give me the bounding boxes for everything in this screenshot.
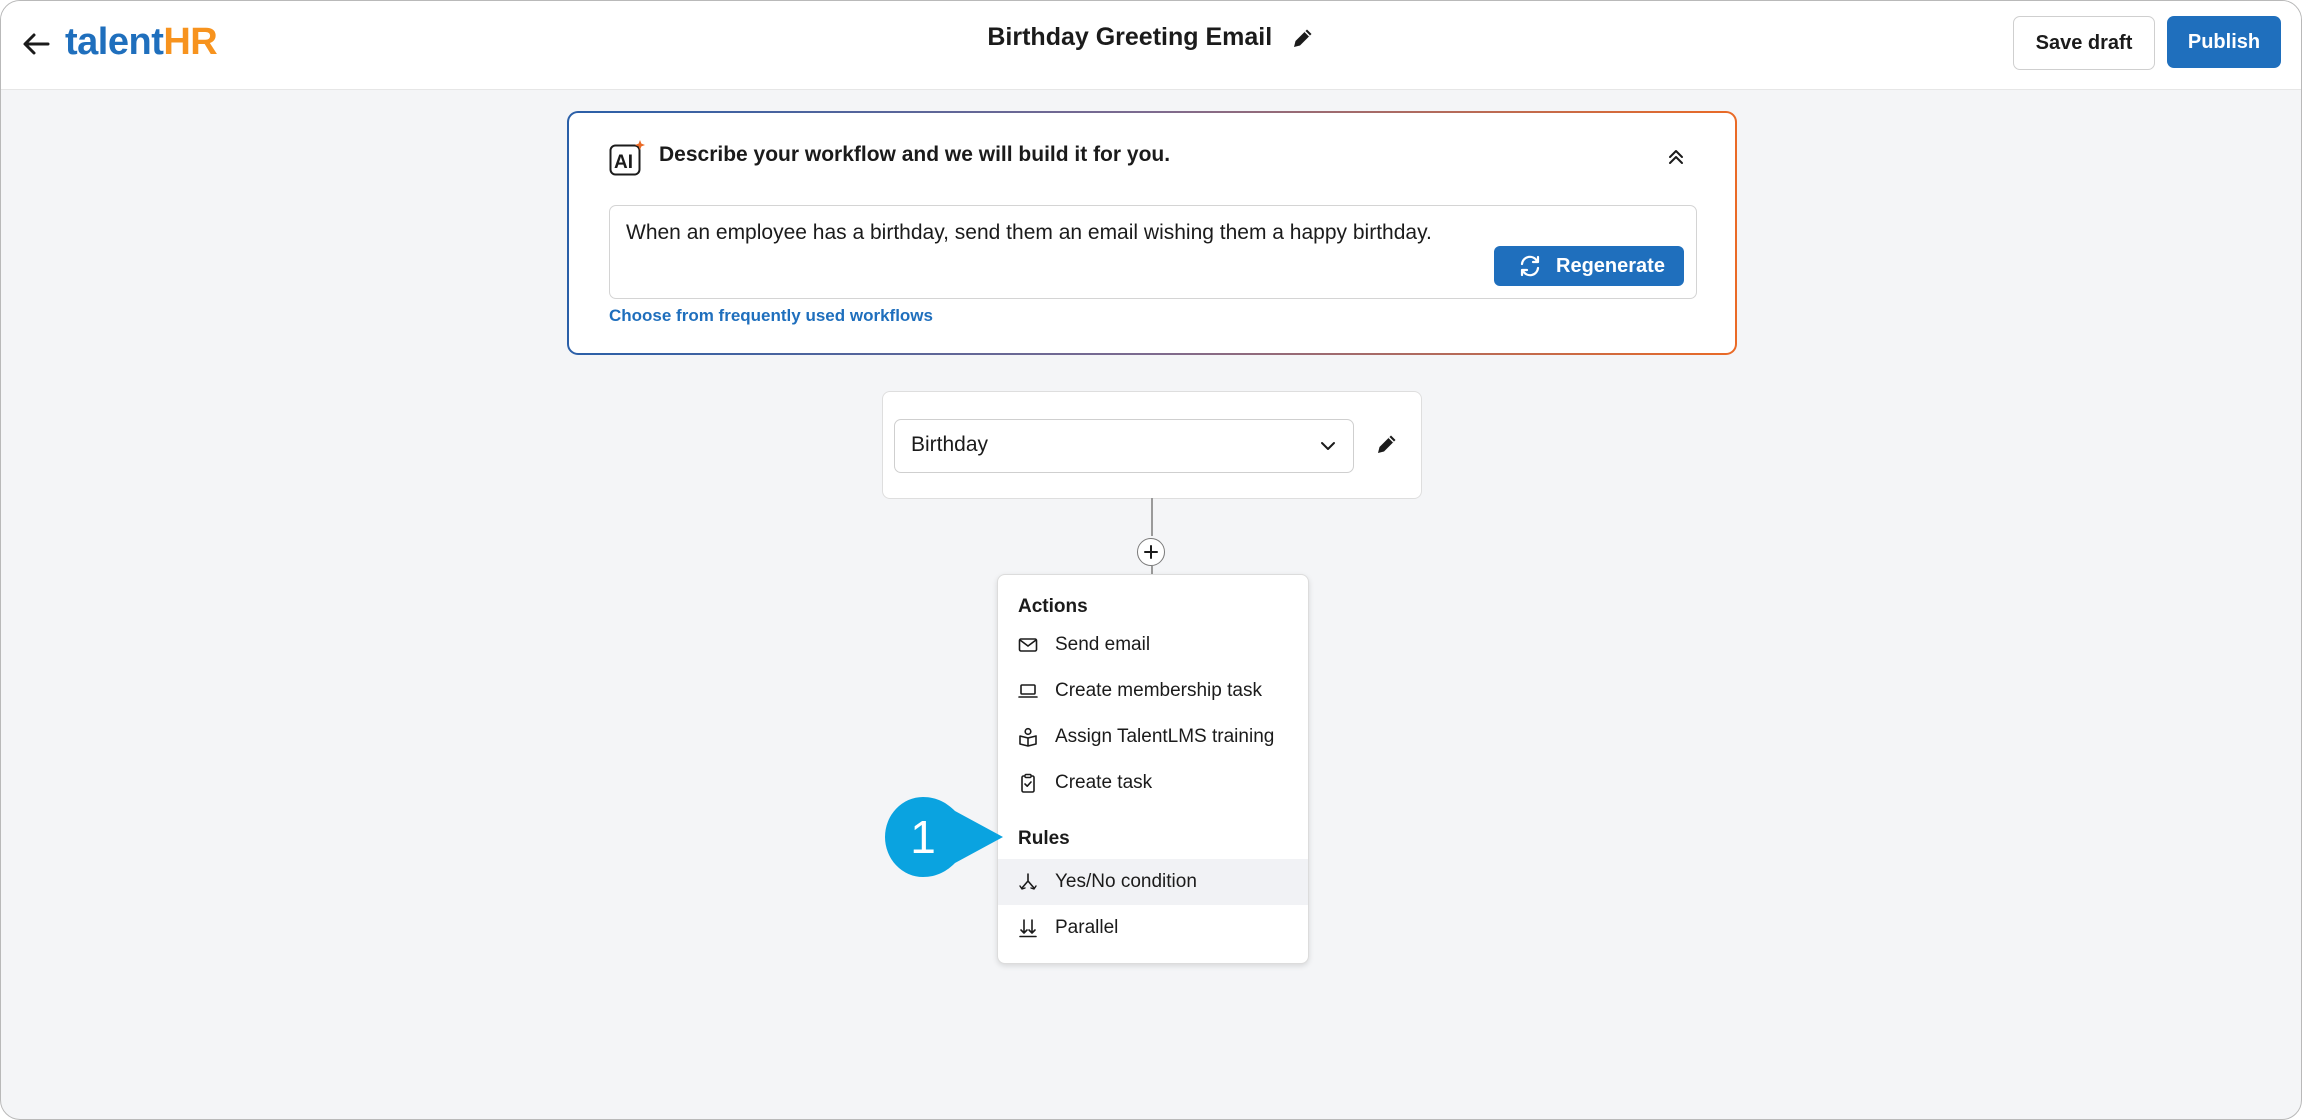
workflow-title: Birthday Greeting Email	[987, 23, 1273, 51]
menu-item-send-email[interactable]: Send email	[998, 622, 1308, 668]
menu-item-create-membership-task[interactable]: Create membership task	[998, 668, 1308, 714]
menu-item-create-task[interactable]: Create task	[998, 760, 1308, 806]
top-bar: talentHR Birthday Greeting Email Save dr…	[1, 1, 2301, 90]
clipboard-check-icon	[1021, 773, 1035, 793]
menu-item-parallel[interactable]: Parallel	[998, 905, 1308, 951]
regenerate-button[interactable]: Regenerate	[1494, 246, 1684, 286]
menu-item-label: Create task	[1055, 772, 1153, 793]
app-window: talentHR Birthday Greeting Email Save dr…	[0, 0, 2302, 1120]
actions-section-title: Actions	[1018, 596, 1088, 617]
save-draft-button[interactable]: Save draft	[2013, 16, 2155, 70]
publish-button[interactable]: Publish	[2167, 16, 2281, 68]
add-step-menu: Actions Send email Create membership tas…	[997, 574, 1309, 964]
regenerate-label: Regenerate	[1556, 255, 1665, 277]
menu-item-yes-no-condition[interactable]: Yes/No condition	[998, 859, 1308, 905]
menu-item-label: Send email	[1055, 634, 1151, 655]
trigger-card: Birthday	[882, 391, 1422, 499]
pencil-icon[interactable]	[1291, 26, 1315, 50]
mail-icon	[1018, 638, 1038, 652]
plus-icon	[1144, 545, 1158, 559]
refresh-icon	[1520, 255, 1540, 277]
add-step-button[interactable]	[1137, 538, 1165, 566]
parallel-arrows-icon	[1019, 919, 1037, 938]
double-chevron-up-icon[interactable]	[1665, 145, 1687, 167]
chevron-down-icon	[1321, 442, 1335, 450]
training-icon	[1019, 727, 1037, 747]
split-icon	[1019, 873, 1037, 890]
ai-icon-text: AI	[614, 152, 633, 173]
menu-item-assign-talentlms-training[interactable]: Assign TalentLMS training	[998, 714, 1308, 760]
flow-connector	[1151, 566, 1153, 574]
trigger-selected-value: Birthday	[911, 433, 989, 456]
menu-item-label: Create membership task	[1055, 680, 1262, 701]
menu-item-label: Parallel	[1055, 917, 1119, 938]
trigger-select[interactable]: Birthday	[894, 419, 1354, 473]
pencil-icon[interactable]	[1375, 432, 1399, 456]
title-area: Birthday Greeting Email	[1, 23, 2301, 52]
callout-number: 1	[910, 811, 936, 863]
ai-sparkle-icon: AI	[609, 140, 645, 176]
frequent-workflows-link[interactable]: Choose from frequently used workflows	[609, 306, 933, 326]
rules-section-title: Rules	[1018, 828, 1070, 849]
menu-item-label: Assign TalentLMS training	[1055, 726, 1275, 747]
ai-workflow-panel: AI Describe your workflow and we will bu…	[567, 111, 1737, 355]
flow-connector	[1151, 498, 1153, 536]
workflow-prompt-input[interactable]: When an employee has a birthday, send th…	[609, 205, 1697, 299]
laptop-icon	[1018, 684, 1038, 698]
ai-panel-heading: Describe your workflow and we will build…	[659, 143, 1171, 166]
workflow-prompt-text[interactable]: When an employee has a birthday, send th…	[626, 220, 1466, 245]
menu-item-label: Yes/No condition	[1055, 871, 1197, 892]
